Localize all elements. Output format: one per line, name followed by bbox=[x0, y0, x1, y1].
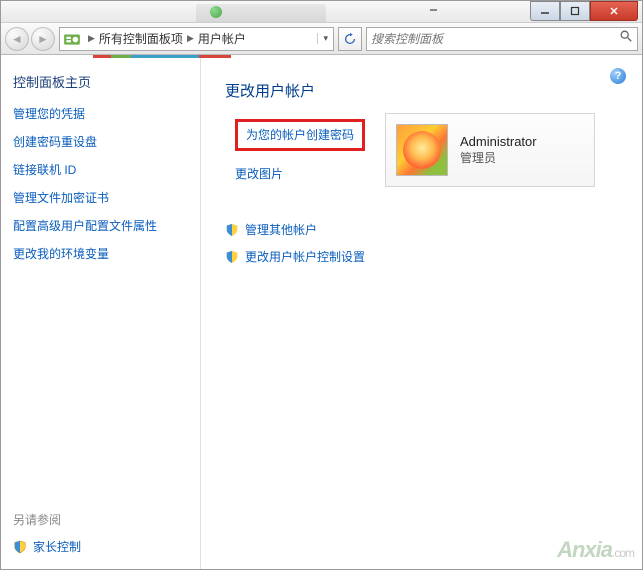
breadcrumb-item-current[interactable]: 用户帐户 bbox=[198, 30, 246, 47]
sidebar: 控制面板主页 管理您的凭据 创建密码重设盘 链接联机 ID 管理文件加密证书 配… bbox=[1, 58, 201, 569]
user-name: Administrator bbox=[460, 134, 537, 149]
link-manage-other-accounts[interactable]: 管理其他帐户 bbox=[225, 221, 618, 238]
maximize-button[interactable] bbox=[560, 1, 590, 21]
link-change-uac[interactable]: 更改用户帐户控制设置 bbox=[225, 248, 618, 265]
background-app-icon bbox=[210, 6, 222, 18]
help-icon[interactable]: ? bbox=[610, 68, 626, 84]
breadcrumb-separator-icon: ▶ bbox=[183, 33, 198, 44]
background-minimize-hint bbox=[430, 9, 437, 11]
breadcrumb-separator-icon: ▶ bbox=[84, 33, 99, 44]
link-create-password[interactable]: 为您的帐户创建密码 bbox=[246, 128, 354, 142]
sidebar-title: 控制面板主页 bbox=[13, 72, 188, 91]
address-breadcrumb[interactable]: ▶ 所有控制面板项 ▶ 用户帐户 ▾ bbox=[59, 27, 334, 51]
shield-icon bbox=[225, 250, 239, 264]
sidebar-link-env-vars[interactable]: 更改我的环境变量 bbox=[13, 245, 188, 262]
sidebar-link-advanced-profile[interactable]: 配置高级用户配置文件属性 bbox=[13, 217, 188, 234]
minimize-button[interactable] bbox=[530, 1, 560, 21]
see-also-label: 另请参阅 bbox=[13, 511, 188, 528]
sidebar-link-parental-control[interactable]: 家长控制 bbox=[13, 538, 188, 555]
close-button[interactable] bbox=[590, 1, 638, 21]
title-bar bbox=[1, 1, 642, 23]
link-label: 更改用户帐户控制设置 bbox=[245, 248, 365, 265]
shield-icon bbox=[225, 223, 239, 237]
sidebar-link-credentials[interactable]: 管理您的凭据 bbox=[13, 105, 188, 122]
sidebar-link-encryption-cert[interactable]: 管理文件加密证书 bbox=[13, 189, 188, 206]
search-input[interactable] bbox=[371, 32, 619, 46]
search-box[interactable] bbox=[366, 27, 638, 51]
main-pane: ? 更改用户帐户 为您的帐户创建密码 更改图片 Administrator 管理… bbox=[201, 58, 642, 569]
shield-icon bbox=[13, 540, 27, 554]
control-panel-icon bbox=[63, 30, 81, 48]
forward-button[interactable]: ► bbox=[31, 27, 55, 51]
parental-control-label: 家长控制 bbox=[33, 538, 81, 555]
highlight-annotation: 为您的帐户创建密码 bbox=[235, 119, 365, 151]
sidebar-link-online-id[interactable]: 链接联机 ID bbox=[13, 161, 188, 178]
breadcrumb-dropdown-icon[interactable]: ▾ bbox=[317, 33, 333, 44]
search-icon bbox=[619, 29, 633, 48]
current-user-card: Administrator 管理员 bbox=[385, 113, 595, 187]
link-label: 管理其他帐户 bbox=[245, 221, 317, 238]
watermark: Anxia.com bbox=[557, 537, 634, 563]
navigation-bar: ◄ ► ▶ 所有控制面板项 ▶ 用户帐户 ▾ bbox=[1, 23, 642, 55]
back-button[interactable]: ◄ bbox=[5, 27, 29, 51]
user-role: 管理员 bbox=[460, 149, 537, 166]
breadcrumb-item-all[interactable]: 所有控制面板项 bbox=[99, 30, 183, 47]
page-heading: 更改用户帐户 bbox=[225, 80, 618, 101]
link-change-picture[interactable]: 更改图片 bbox=[235, 165, 365, 182]
refresh-button[interactable] bbox=[338, 27, 362, 51]
sidebar-link-password-reset-disk[interactable]: 创建密码重设盘 bbox=[13, 133, 188, 150]
window-controls bbox=[530, 1, 638, 21]
user-avatar bbox=[396, 124, 448, 176]
